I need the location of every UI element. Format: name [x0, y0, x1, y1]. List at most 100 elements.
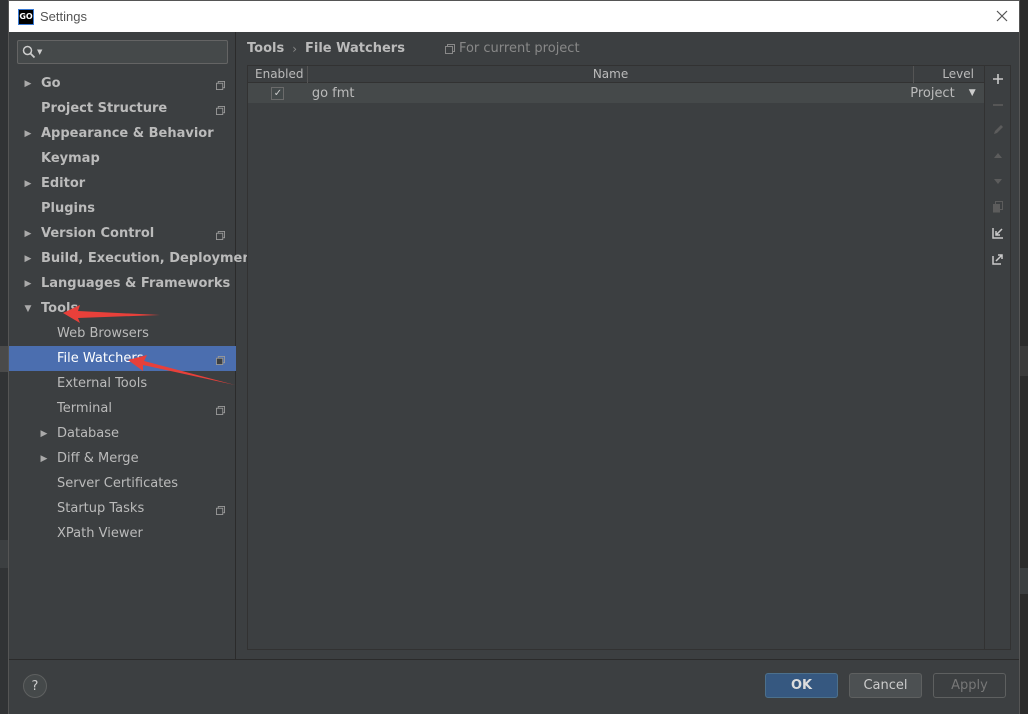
add-button[interactable] — [990, 71, 1006, 87]
close-button[interactable] — [991, 5, 1013, 27]
sidebar-item-startup-tasks[interactable]: Startup Tasks — [9, 496, 236, 521]
edit-button[interactable] — [990, 122, 1006, 138]
sidebar-item-label: Keymap — [41, 151, 100, 166]
import-button[interactable] — [990, 225, 1006, 241]
sidebar-item-label: Plugins — [41, 201, 95, 216]
sidebar-item-label: Diff & Merge — [57, 451, 139, 466]
pencil-icon — [994, 125, 1003, 134]
watcher-name: go fmt — [311, 85, 355, 101]
project-scope-icon — [216, 104, 225, 115]
breadcrumb-parent: Tools — [247, 41, 285, 56]
sidebar-item-label: Project Structure — [41, 101, 168, 116]
sidebar-item-web-browsers[interactable]: Web Browsers — [9, 321, 236, 346]
editor-right-background — [1020, 0, 1028, 714]
dropdown-arrow-icon: ▼ — [968, 88, 976, 98]
expand-down-icon[interactable]: ▼ — [23, 304, 33, 314]
sidebar-item-label: Web Browsers — [57, 326, 149, 341]
file-watchers-panel: Tools › File Watchers For current projec… — [237, 32, 1019, 659]
project-scope-icon — [216, 354, 225, 365]
sidebar-item-editor[interactable]: ▶ Editor — [9, 171, 236, 196]
sidebar-item-external-tools[interactable]: External Tools — [9, 371, 236, 396]
expand-right-icon[interactable]: ▶ — [23, 229, 33, 239]
settings-dialog: GO Settings ▼ ▶ Go Project Structure ▶ Appea… — [8, 0, 1020, 714]
sidebar-item-tools[interactable]: ▼ Tools — [9, 296, 236, 321]
project-scope-icon — [444, 43, 455, 54]
sidebar-item-languages-frameworks[interactable]: ▶ Languages & Frameworks — [9, 271, 236, 296]
dialog-footer: ? OK Cancel Apply — [9, 659, 1019, 714]
expand-right-icon[interactable]: ▶ — [39, 429, 49, 439]
sidebar-item-label: External Tools — [57, 376, 148, 391]
search-icon — [22, 45, 36, 59]
level-value: Project — [910, 85, 955, 101]
sidebar-item-label: Database — [57, 426, 120, 441]
project-scope-icon — [216, 404, 225, 415]
sidebar-item-build-execution-deployment[interactable]: ▶ Build, Execution, Deployment — [9, 246, 258, 271]
sidebar-item-database[interactable]: ▶ Database — [9, 421, 236, 446]
settings-sidebar: ▼ ▶ Go Project Structure ▶ Appearance & Beha… — [9, 32, 258, 659]
project-scope-icon — [216, 79, 225, 90]
search-options-chevron-icon[interactable]: ▼ — [37, 48, 42, 56]
sidebar-item-keymap[interactable]: Keymap — [9, 146, 236, 171]
editor-active-line — [0, 346, 8, 372]
ok-button[interactable]: OK — [765, 673, 838, 698]
expand-right-icon[interactable]: ▶ — [23, 179, 33, 189]
project-scope-icon — [216, 229, 225, 240]
sidebar-item-label: Tools — [41, 301, 79, 316]
sidebar-item-label: Editor — [41, 176, 86, 191]
level-dropdown[interactable]: Project ▼ — [910, 86, 984, 101]
editor-right-stripe — [1020, 346, 1028, 376]
sidebar-item-label: Build, Execution, Deployment — [41, 251, 258, 266]
sidebar-item-project-structure[interactable]: Project Structure — [9, 96, 236, 121]
editor-gutter-background — [0, 0, 8, 714]
column-header-enabled[interactable]: Enabled — [248, 66, 308, 83]
cancel-button[interactable]: Cancel — [849, 673, 922, 698]
breadcrumb-current: File Watchers — [305, 41, 405, 56]
sidebar-item-label: Terminal — [57, 401, 112, 416]
arrow-down-icon — [994, 179, 1002, 184]
sidebar-item-appearance-behavior[interactable]: ▶ Appearance & Behavior — [9, 121, 236, 146]
expand-right-icon[interactable]: ▶ — [23, 129, 33, 139]
expand-right-icon[interactable]: ▶ — [23, 279, 33, 289]
sidebar-item-file-watchers[interactable]: File Watchers — [9, 346, 236, 371]
sidebar-item-label: Server Certificates — [57, 476, 179, 491]
sidebar-item-server-certificates[interactable]: Server Certificates — [9, 471, 236, 496]
enabled-checkbox[interactable]: ✓ — [271, 86, 285, 100]
sidebar-item-xpath-viewer[interactable]: XPath Viewer — [9, 521, 236, 546]
sidebar-item-version-control[interactable]: ▶ Version Control — [9, 221, 236, 246]
minus-icon — [993, 104, 1003, 106]
sidebar-item-go[interactable]: ▶ Go — [9, 71, 236, 96]
project-scope-label: For current project — [444, 41, 580, 56]
settings-tree: ▶ Go Project Structure ▶ Appearance & Behavi… — [9, 71, 258, 546]
table-row[interactable]: ✓ go fmt Project ▼ — [248, 83, 984, 103]
move-down-button[interactable] — [990, 173, 1006, 189]
copy-icon — [993, 201, 1003, 213]
checkmark-icon: ✓ — [273, 87, 283, 99]
help-button[interactable]: ? — [23, 674, 47, 698]
sidebar-item-label: Startup Tasks — [57, 501, 145, 516]
expand-right-icon[interactable]: ▶ — [39, 454, 49, 464]
column-header-level[interactable]: Level — [914, 66, 984, 83]
table-toolbar — [985, 65, 1011, 650]
settings-search-box[interactable]: ▼ — [17, 40, 228, 64]
sidebar-item-terminal[interactable]: Terminal — [9, 396, 236, 421]
column-header-name[interactable]: Name — [308, 66, 915, 83]
row-enabled-cell: ✓ — [248, 86, 308, 100]
expand-right-icon[interactable]: ▶ — [23, 254, 33, 264]
table-header: Enabled Name Level — [248, 66, 984, 83]
scope-text: For current project — [458, 41, 580, 56]
project-scope-icon — [216, 504, 225, 515]
sidebar-item-label: Go — [41, 76, 61, 91]
sidebar-item-diff-merge[interactable]: ▶ Diff & Merge — [9, 446, 236, 471]
apply-button[interactable]: Apply — [933, 673, 1006, 698]
export-icon — [992, 254, 1003, 265]
expand-right-icon[interactable]: ▶ — [23, 79, 33, 89]
move-up-button[interactable] — [990, 148, 1006, 164]
title-bar: GO Settings — [9, 1, 1019, 32]
export-button[interactable] — [990, 251, 1006, 267]
remove-button[interactable] — [990, 97, 1006, 113]
sidebar-item-label: File Watchers — [57, 351, 144, 366]
breadcrumb: Tools › File Watchers For current projec… — [247, 41, 580, 56]
copy-button[interactable] — [990, 199, 1006, 215]
sidebar-item-plugins[interactable]: Plugins — [9, 196, 236, 221]
settings-search-input[interactable] — [46, 45, 227, 59]
